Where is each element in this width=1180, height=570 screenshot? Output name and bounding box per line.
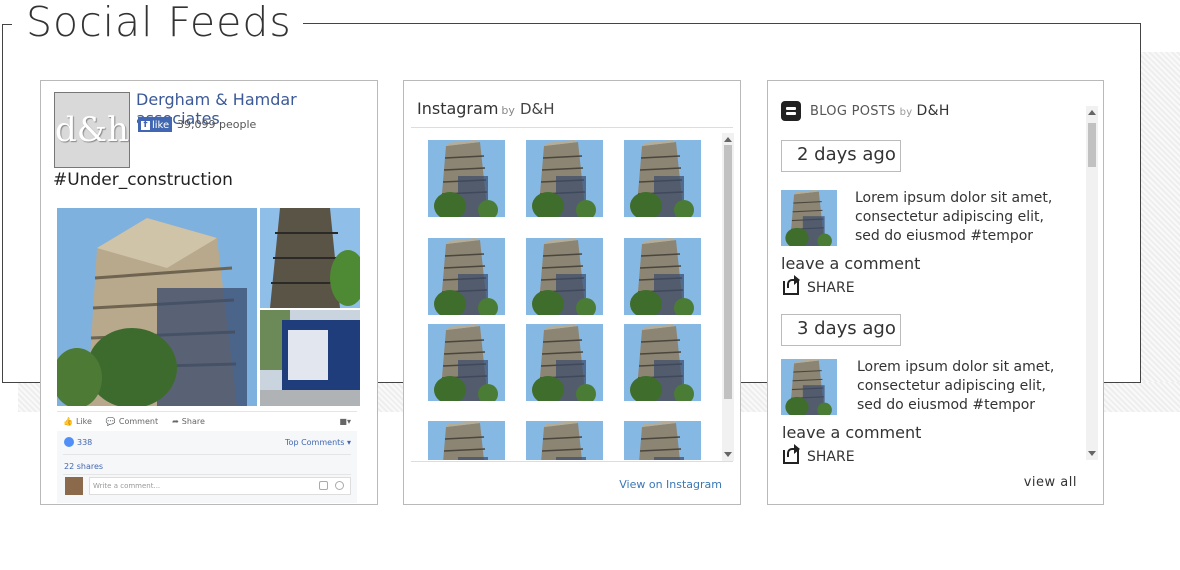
instagram-thumbnail[interactable]: [526, 238, 603, 318]
section-title: Social Feeds: [24, 0, 296, 46]
post-excerpt[interactable]: Lorem ipsum dolor sit amet, consectetur …: [855, 189, 1070, 246]
like-label: like: [152, 119, 170, 131]
comment-action[interactable]: 💬 Comment: [106, 417, 158, 426]
post-date: 2 days ago: [781, 140, 901, 172]
instagram-scrollbar[interactable]: [722, 133, 734, 461]
instagram-thumbnail[interactable]: [526, 324, 603, 404]
likes-count[interactable]: 338: [64, 437, 92, 447]
scroll-thumb[interactable]: [1088, 123, 1096, 167]
share-button[interactable]: SHARE: [783, 444, 855, 465]
like-action-label: Like: [75, 417, 92, 426]
facebook-like-button[interactable]: f like: [138, 117, 173, 132]
view-all-link[interactable]: view all: [1024, 475, 1077, 490]
top-comments-dropdown[interactable]: Top Comments ▾: [285, 438, 351, 447]
instagram-handle[interactable]: D&H: [520, 100, 555, 118]
likes-count-value: 338: [77, 437, 93, 447]
instagram-photo-grid: [411, 130, 721, 460]
blog-title: BLOG POSTS: [810, 104, 896, 119]
instagram-thumbnail[interactable]: [526, 421, 603, 460]
emoji-icon[interactable]: [335, 481, 344, 490]
scroll-thumb[interactable]: [724, 145, 732, 399]
instagram-feed-panel: Instagram by D&H View on Instagram: [403, 80, 741, 505]
divider: [411, 127, 733, 128]
scroll-down-arrow-icon[interactable]: [1088, 451, 1096, 456]
comment-input[interactable]: Write a comment...: [89, 477, 351, 495]
instagram-title: Instagram: [417, 99, 499, 118]
camera-icon[interactable]: [319, 481, 328, 490]
post-excerpt[interactable]: Lorem ipsum dolor sit amet, consectetur …: [857, 358, 1072, 415]
blog-scrollbar[interactable]: [1086, 106, 1098, 460]
divider: [411, 461, 733, 462]
leave-comment-link[interactable]: leave a comment: [781, 254, 920, 273]
scroll-down-arrow-icon[interactable]: [724, 452, 732, 457]
view-on-instagram-link[interactable]: View on Instagram: [619, 478, 722, 491]
page-logo[interactable]: d&h: [54, 92, 130, 168]
share-button[interactable]: SHARE: [783, 275, 855, 296]
post-stats: 338 Top Comments ▾ 22 shares Write a com…: [57, 431, 357, 503]
instagram-thumbnail[interactable]: [624, 324, 701, 404]
post-photo-top-right[interactable]: [260, 208, 360, 308]
share-icon: [783, 275, 800, 295]
post-photo-bottom-right[interactable]: [260, 310, 360, 406]
blog-feed-panel: BLOG POSTS by D&H 2 days ago Lorem ipsum d…: [767, 80, 1104, 505]
like-action[interactable]: 👍 Like: [63, 417, 92, 426]
divider: [63, 454, 351, 455]
user-avatar: [65, 477, 83, 495]
scroll-up-arrow-icon[interactable]: [724, 137, 732, 142]
share-action-label: Share: [181, 417, 205, 426]
blog-header: BLOG POSTS by D&H: [810, 103, 950, 119]
thumbs-up-icon: 👍: [63, 417, 73, 426]
share-label: SHARE: [807, 449, 855, 465]
facebook-icon: f: [141, 120, 150, 130]
comment-action-label: Comment: [118, 417, 159, 426]
post-thumbnail[interactable]: [781, 359, 837, 418]
post-hashtag[interactable]: #Under_construction: [53, 170, 233, 190]
facebook-feed-panel: d&h Dergham & Hamdar associates f like 3…: [40, 80, 378, 505]
page-avatar-dropdown[interactable]: ■▾: [339, 417, 351, 426]
shares-count[interactable]: 22 shares: [64, 462, 103, 471]
blog-handle[interactable]: D&H: [917, 103, 950, 119]
post-photo-main[interactable]: [57, 208, 257, 406]
by-label: by: [501, 104, 515, 117]
frame-top-right: [303, 23, 1141, 24]
divider: [63, 474, 351, 475]
share-action[interactable]: ➦ Share: [172, 417, 205, 426]
frame-top-left: [2, 24, 12, 25]
instagram-thumbnail[interactable]: [526, 140, 603, 220]
instagram-thumbnail[interactable]: [428, 324, 505, 404]
instagram-thumbnail[interactable]: [428, 238, 505, 318]
comment-placeholder: Write a comment...: [93, 482, 161, 490]
blogger-icon: [781, 101, 801, 121]
instagram-thumbnail[interactable]: [624, 421, 701, 460]
like-reaction-icon: [64, 437, 74, 447]
share-arrow-icon: ➦: [172, 417, 179, 426]
share-icon: [783, 444, 800, 464]
instagram-thumbnail[interactable]: [428, 140, 505, 220]
decorative-hatch: [1140, 52, 1180, 412]
scroll-up-arrow-icon[interactable]: [1088, 110, 1096, 115]
instagram-thumbnail[interactable]: [428, 421, 505, 460]
instagram-thumbnail[interactable]: [624, 140, 701, 220]
post-action-bar: 👍 Like 💬 Comment ➦ Share ■▾: [57, 411, 357, 431]
instagram-header: Instagram by D&H: [417, 99, 555, 118]
share-label: SHARE: [807, 280, 855, 296]
comment-icon: 💬: [105, 417, 116, 426]
facebook-people-count: 39,099 people: [177, 118, 257, 131]
by-label: by: [899, 107, 913, 118]
post-date: 3 days ago: [781, 314, 901, 346]
post-thumbnail[interactable]: [781, 190, 837, 249]
instagram-thumbnail[interactable]: [624, 238, 701, 318]
leave-comment-link[interactable]: leave a comment: [782, 423, 921, 442]
